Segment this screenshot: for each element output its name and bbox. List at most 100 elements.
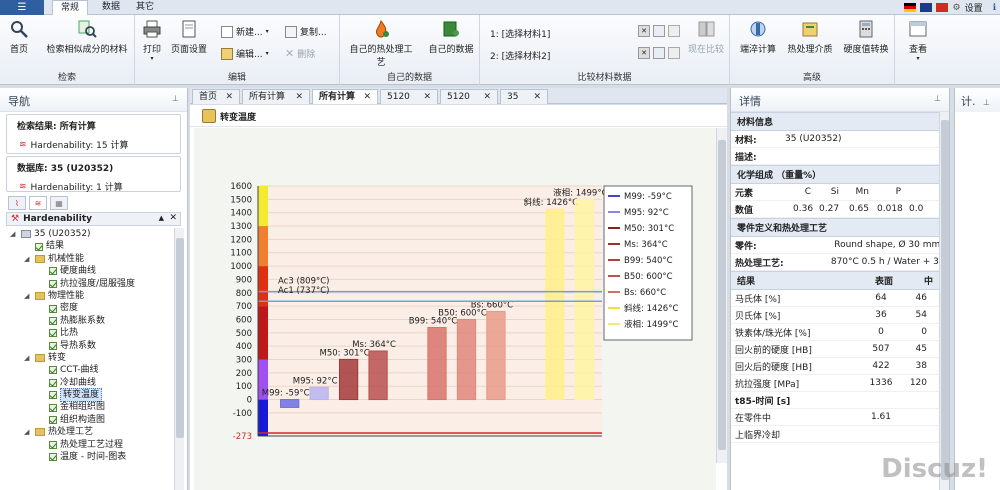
compare-slot-1[interactable]: 1: [选择材料1] xyxy=(490,27,550,40)
tree-node[interactable]: 热处理工艺过程 xyxy=(6,439,174,451)
view-slot-1-icon[interactable] xyxy=(668,25,680,37)
tree-node[interactable]: 金相组织图 xyxy=(6,401,174,413)
clear-slot-2-icon[interactable]: ✕ xyxy=(638,47,650,59)
checkbox-icon[interactable] xyxy=(49,453,57,462)
edit-button[interactable]: 编辑... ▾ xyxy=(221,47,269,60)
calc-pin-icon[interactable]: ⊥ xyxy=(983,98,990,107)
print-button[interactable]: 打印 ▾ xyxy=(137,19,167,62)
checkbox-icon[interactable] xyxy=(35,242,43,251)
flag-uk-icon[interactable] xyxy=(920,3,933,12)
doc-tab[interactable]: 5120 ✕ xyxy=(380,89,438,104)
checkbox-icon[interactable] xyxy=(49,329,57,338)
print-dropdown-icon[interactable]: ▾ xyxy=(137,55,167,62)
app-menu-button[interactable]: ☰ xyxy=(0,0,44,15)
close-tab-icon[interactable]: ✕ xyxy=(295,90,303,104)
new-button[interactable]: 新建... ▾ xyxy=(221,25,269,38)
checkbox-icon[interactable] xyxy=(49,416,57,425)
flag-cn-icon[interactable] xyxy=(936,3,949,12)
compare-slot-2[interactable]: 2: [选择材料2] xyxy=(490,49,550,62)
tree-node[interactable]: 组织构造图 xyxy=(6,414,174,426)
checkbox-icon[interactable] xyxy=(49,341,57,350)
expand-toggle-icon[interactable]: ◢ xyxy=(24,253,32,265)
checkbox-icon[interactable] xyxy=(49,304,57,313)
settings-icon[interactable]: ⚙ xyxy=(952,3,960,13)
info-icon[interactable]: ℹ xyxy=(993,3,996,13)
clear-slot-1-icon[interactable]: ✕ xyxy=(638,25,650,37)
close-tab-icon[interactable]: ✕ xyxy=(225,90,233,104)
tree-node[interactable]: ◢ 机械性能 xyxy=(6,253,174,265)
my-data-button[interactable]: 自己的数据 xyxy=(426,19,476,55)
nav-tab-hardenability[interactable]: ≋ xyxy=(29,196,47,210)
new-dropdown-icon[interactable]: ▾ xyxy=(266,28,269,35)
view-slot-2-icon[interactable] xyxy=(668,47,680,59)
nav-tab-chart[interactable]: ⌇ xyxy=(8,196,26,210)
tree-collapse-icon[interactable]: ▲ xyxy=(159,214,164,222)
tree-close-icon[interactable]: ✕ xyxy=(169,213,177,223)
delete-button[interactable]: ✕ 删除 xyxy=(285,47,315,60)
checkbox-icon[interactable] xyxy=(49,378,57,387)
tab-data[interactable]: 数据 xyxy=(94,0,128,15)
tab-general[interactable]: 常规 xyxy=(52,0,89,16)
hardness-convert-button[interactable]: 硬度值转换 xyxy=(840,19,892,55)
doc-tab[interactable]: 所有计算 ✕ xyxy=(312,89,378,104)
settings-label[interactable]: 设置 xyxy=(965,1,983,14)
tree-node[interactable]: 比热 xyxy=(6,327,174,339)
database-item[interactable]: ≋ Hardenability: 1 计算 xyxy=(7,178,180,195)
tree-node[interactable]: 转变温度 xyxy=(6,388,174,403)
jominy-button[interactable]: 端淬计算 xyxy=(734,19,782,55)
content-scrollbar[interactable] xyxy=(716,128,727,463)
tree-scrollbar[interactable] xyxy=(174,228,184,490)
view-button[interactable]: 查看 ▾ xyxy=(899,19,937,62)
doc-tab[interactable]: 5120 ✕ xyxy=(440,89,498,104)
similar-search-button[interactable]: 检索相似成分的材料 xyxy=(42,19,132,55)
tree-node[interactable]: 温度 - 时间-图表 xyxy=(6,451,174,463)
close-tab-icon[interactable]: ✕ xyxy=(363,90,371,104)
tab-other[interactable]: 其它 xyxy=(128,0,162,15)
checkbox-icon[interactable] xyxy=(49,440,57,449)
tree-node[interactable]: 导热系数 xyxy=(6,340,174,352)
quench-medium-button[interactable]: 热处理介质 xyxy=(784,19,836,55)
pin-slot-2-icon[interactable] xyxy=(653,47,665,59)
close-tab-icon[interactable]: ✕ xyxy=(423,90,431,104)
tree-node[interactable]: 热膨胀系数 xyxy=(6,315,174,327)
tree-scroll-thumb[interactable] xyxy=(176,238,184,438)
pin-slot-1-icon[interactable] xyxy=(653,25,665,37)
doc-tab[interactable]: 35 ✕ xyxy=(500,89,548,104)
checkbox-icon[interactable] xyxy=(49,267,57,276)
content-scroll-thumb[interactable] xyxy=(718,140,726,450)
compare-now-button[interactable]: 现在比较 xyxy=(686,19,726,55)
tree-node[interactable]: 密度 xyxy=(6,302,174,314)
expand-toggle-icon[interactable]: ◢ xyxy=(24,426,32,438)
search-result-item[interactable]: ≋ Hardenability: 15 计算 xyxy=(7,136,180,153)
pin-icon[interactable]: ⊥ xyxy=(172,94,179,103)
tree-node[interactable]: ◢ 热处理工艺 xyxy=(6,426,174,438)
my-process-button[interactable]: 自己的热处理工艺 xyxy=(346,19,416,68)
doc-tab[interactable]: 首页 ✕ xyxy=(192,89,240,104)
home-button[interactable]: 首页 xyxy=(4,19,34,55)
details-pin-icon[interactable]: ⊥ xyxy=(934,94,941,103)
details-scrollbar[interactable] xyxy=(939,112,949,490)
checkbox-icon[interactable] xyxy=(49,279,57,288)
flag-de-icon[interactable] xyxy=(904,3,917,12)
copy-button[interactable]: 复制... xyxy=(285,25,327,38)
nav-tab-structure[interactable]: ▦ xyxy=(50,196,68,210)
expand-toggle-icon[interactable]: ◢ xyxy=(24,352,32,364)
checkbox-icon[interactable] xyxy=(49,366,57,375)
tree-node[interactable]: 抗拉强度/屈服强度 xyxy=(6,278,174,290)
close-tab-icon[interactable]: ✕ xyxy=(533,90,541,104)
expand-toggle-icon[interactable]: ◢ xyxy=(10,228,18,240)
doc-tab[interactable]: 所有计算 ✕ xyxy=(242,89,310,104)
checkbox-icon[interactable] xyxy=(49,403,57,412)
checkbox-icon[interactable] xyxy=(49,316,57,325)
expand-toggle-icon[interactable]: ◢ xyxy=(24,290,32,302)
edit-dropdown-icon[interactable]: ▾ xyxy=(266,50,269,57)
details-scroll-thumb[interactable] xyxy=(941,120,949,480)
tree-node[interactable]: ◢ 35 (U20352) xyxy=(6,228,174,240)
page-setup-button[interactable]: 页面设置 xyxy=(169,19,209,55)
tree-node[interactable]: CCT-曲线 xyxy=(6,364,174,376)
close-tab-icon[interactable]: ✕ xyxy=(483,90,491,104)
tree-node[interactable]: 结果 xyxy=(6,240,174,252)
tree-node[interactable]: 硬度曲线 xyxy=(6,265,174,277)
checkbox-icon[interactable] xyxy=(49,391,57,400)
tree-node[interactable]: ◢ 物理性能 xyxy=(6,290,174,302)
